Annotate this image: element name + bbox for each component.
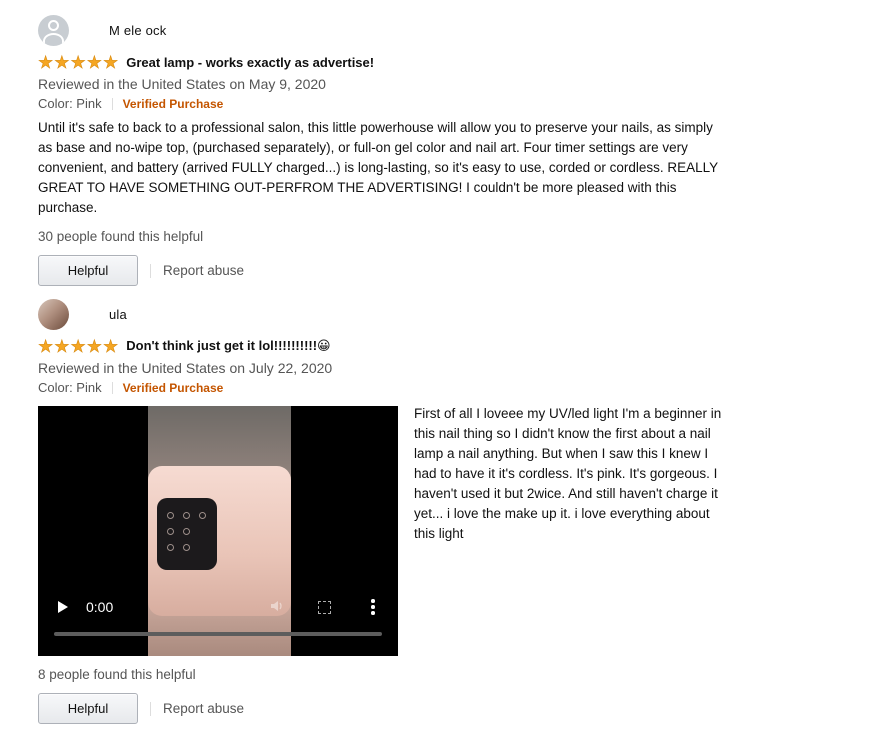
review-date: Reviewed in the United States on May 9, … <box>38 76 326 92</box>
helpful-count: 30 people found this helpful <box>38 229 204 244</box>
review-card: M ele ock ★ ★ ★ ★ ★ Great lamp - works e… <box>38 14 728 286</box>
helpful-count: 8 people found this helpful <box>38 667 196 682</box>
more-options-icon[interactable] <box>371 599 375 615</box>
verified-purchase-badge[interactable]: Verified Purchase <box>123 378 224 398</box>
star-rating[interactable]: ★ ★ ★ ★ ★ <box>38 336 119 356</box>
video-progress-bar[interactable] <box>54 632 382 636</box>
star-icon: ★ <box>103 336 119 356</box>
product-color[interactable]: Color: Pink <box>38 94 102 114</box>
reviewer-name[interactable]: M ele ock <box>109 23 166 38</box>
star-icon: ★ <box>86 336 102 356</box>
review-card: ula ★ ★ ★ ★ ★ Don't think just get it lo… <box>38 298 728 724</box>
helpful-button[interactable]: Helpful <box>38 693 138 724</box>
review-title[interactable]: Don't think just get it lol!!!!!!!!!!😀 <box>126 338 330 354</box>
reviewer-profile[interactable]: ula <box>38 298 728 330</box>
review-title[interactable]: Great lamp - works exactly as advertise! <box>126 55 374 70</box>
play-icon[interactable] <box>58 601 68 613</box>
review-body: First of all I loveee my UV/led light I'… <box>414 406 722 541</box>
divider <box>111 382 113 394</box>
video-frame <box>148 406 291 656</box>
star-icon: ★ <box>54 336 70 356</box>
fullscreen-icon[interactable] <box>318 601 331 614</box>
avatar <box>38 298 69 330</box>
star-icon: ★ <box>38 336 54 356</box>
report-abuse-link[interactable]: Report abuse <box>163 701 244 716</box>
star-icon: ★ <box>70 336 86 356</box>
report-abuse-link[interactable]: Report abuse <box>163 263 244 278</box>
star-icon: ★ <box>54 52 70 72</box>
divider <box>111 98 113 110</box>
star-icon: ★ <box>103 52 119 72</box>
volume-icon[interactable] <box>270 599 284 613</box>
star-icon: ★ <box>38 52 54 72</box>
review-date: Reviewed in the United States on July 22… <box>38 360 333 376</box>
helpful-button[interactable]: Helpful <box>38 255 138 286</box>
star-icon: ★ <box>86 52 102 72</box>
star-rating[interactable]: ★ ★ ★ ★ ★ <box>38 52 119 72</box>
star-icon: ★ <box>70 52 86 72</box>
review-body: Until it's safe to back to a professiona… <box>38 120 718 215</box>
verified-purchase-badge[interactable]: Verified Purchase <box>123 94 224 114</box>
reviewer-profile[interactable]: M ele ock <box>38 14 728 46</box>
product-color[interactable]: Color: Pink <box>38 378 102 398</box>
review-video-player[interactable]: 0:00 <box>38 406 398 656</box>
divider <box>150 701 151 716</box>
reviewer-name[interactable]: ula <box>109 307 127 322</box>
default-avatar-icon <box>38 14 69 46</box>
divider <box>150 263 151 278</box>
video-time: 0:00 <box>86 599 114 615</box>
